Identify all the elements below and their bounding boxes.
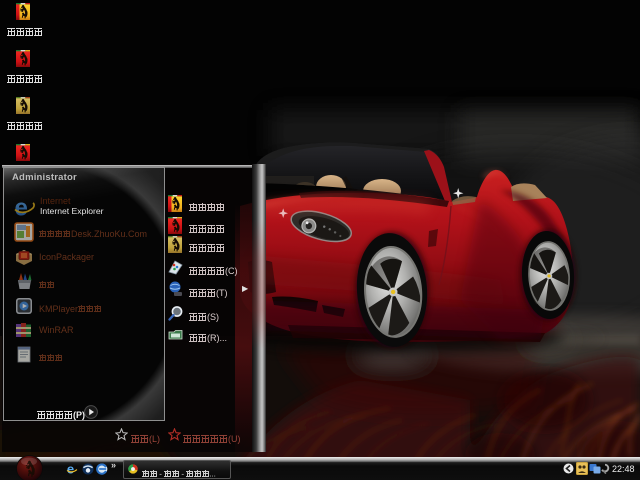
svg-text:e: e <box>67 463 74 475</box>
svg-text:e: e <box>15 196 28 218</box>
